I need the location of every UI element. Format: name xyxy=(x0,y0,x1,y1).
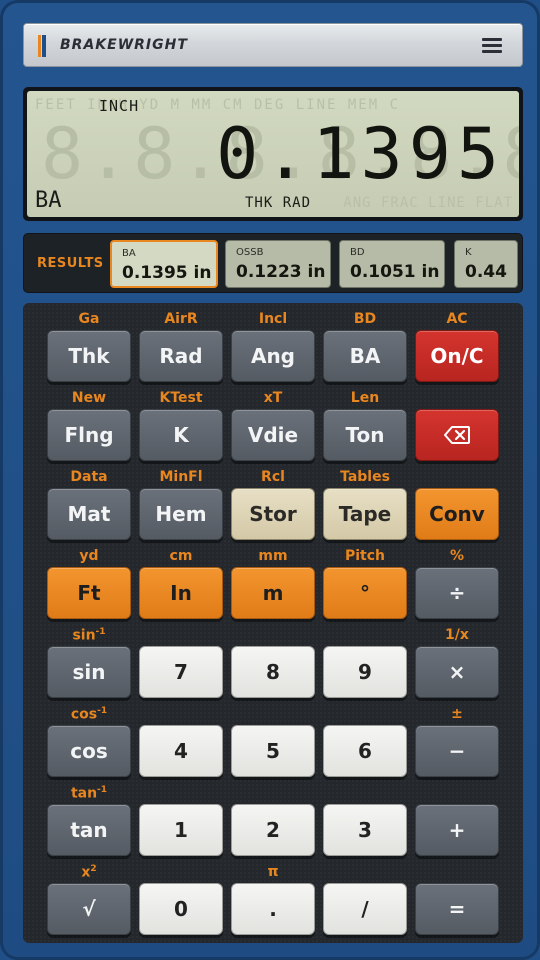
digit-4-key[interactable]: 4 xyxy=(139,725,223,777)
ton-key[interactable]: Ton xyxy=(323,409,407,461)
on-clear-key[interactable]: On/C xyxy=(415,330,499,382)
brand-name: BRAKEWRIGHT xyxy=(60,37,188,53)
result-value: 0.44 xyxy=(465,262,507,282)
result-card-k[interactable]: K 0.44 xyxy=(454,240,518,288)
key-caption: mm xyxy=(258,548,288,564)
key-caption: % xyxy=(449,548,465,564)
sin-key[interactable]: sin xyxy=(47,646,131,698)
lcd-annunciators: THK RAD xyxy=(245,195,312,211)
key-caption: 1/x xyxy=(445,627,469,643)
multiply-key[interactable]: × xyxy=(415,646,499,698)
tape-key[interactable]: Tape xyxy=(323,488,407,540)
lcd-mode-indicator: BA xyxy=(35,188,62,213)
key-caption: Incl xyxy=(258,311,288,327)
key-caption: AC xyxy=(446,311,468,327)
divide-key[interactable]: ÷ xyxy=(415,567,499,619)
ba-key[interactable]: BA xyxy=(323,330,407,382)
key-caption: AirR xyxy=(164,311,198,327)
cos-key[interactable]: cos xyxy=(47,725,131,777)
key-caption: BD xyxy=(353,311,377,327)
digit-5-key[interactable]: 5 xyxy=(231,725,315,777)
app-header: BRAKEWRIGHT xyxy=(23,23,523,67)
vdie-key[interactable]: Vdie xyxy=(231,409,315,461)
feet-key[interactable]: Ft xyxy=(47,567,131,619)
digit-6-key[interactable]: 6 xyxy=(323,725,407,777)
digit-8-key[interactable]: 8 xyxy=(231,646,315,698)
digit-9-key[interactable]: 9 xyxy=(323,646,407,698)
key-caption: ± xyxy=(451,706,463,722)
sqrt-key[interactable]: √ xyxy=(47,883,131,935)
degree-key[interactable]: ° xyxy=(323,567,407,619)
result-key: BD xyxy=(350,247,365,258)
lcd-value: 0.1395 xyxy=(216,113,505,195)
ang-key[interactable]: Ang xyxy=(231,330,315,382)
k-factor-key[interactable]: K xyxy=(139,409,223,461)
calculator-body: BRAKEWRIGHT FEET INCH YD M MM CM DEG LIN… xyxy=(0,0,540,960)
lcd-ghost-annunciators-bottom: ANG FRAC LINE FLAT xyxy=(343,195,513,211)
key-caption: π xyxy=(267,864,279,880)
stor-key[interactable]: Stor xyxy=(231,488,315,540)
plus-key[interactable]: + xyxy=(415,804,499,856)
backspace-key[interactable] xyxy=(415,409,499,461)
inch-key[interactable]: In xyxy=(139,567,223,619)
key-caption: cos-1 xyxy=(70,706,108,723)
lcd-display: FEET INCH YD M MM CM DEG LINE MEM C INCH… xyxy=(23,87,523,221)
meter-key[interactable]: m xyxy=(231,567,315,619)
rad-key[interactable]: Rad xyxy=(139,330,223,382)
key-caption: Tables xyxy=(340,469,390,485)
result-value: 0.1395 in xyxy=(122,263,212,283)
digit-3-key[interactable]: 3 xyxy=(323,804,407,856)
key-caption: KTest xyxy=(159,390,203,406)
hamburger-menu-icon[interactable] xyxy=(482,38,502,54)
equals-key[interactable]: = xyxy=(415,883,499,935)
results-strip: RESULTS BA 0.1395 in OSSB 0.1223 in BD 0… xyxy=(23,233,523,293)
fraction-key[interactable]: / xyxy=(323,883,407,935)
result-key: K xyxy=(465,247,472,258)
lcd-ghost-annunciators: FEET INCH YD M MM CM DEG LINE MEM C xyxy=(35,97,401,113)
key-caption: Pitch xyxy=(344,548,386,564)
digit-2-key[interactable]: 2 xyxy=(231,804,315,856)
result-card-ossb[interactable]: OSSB 0.1223 in xyxy=(225,240,331,288)
mat-key[interactable]: Mat xyxy=(47,488,131,540)
decimal-key[interactable]: . xyxy=(231,883,315,935)
result-card-bd[interactable]: BD 0.1051 in xyxy=(339,240,445,288)
hem-key[interactable]: Hem xyxy=(139,488,223,540)
result-key: BA xyxy=(122,248,136,259)
conv-key[interactable]: Conv xyxy=(415,488,499,540)
keypad: Ga AirR Incl BD AC Thk Rad Ang BA On/C N… xyxy=(23,303,523,943)
key-caption: MinFl xyxy=(159,469,203,485)
key-caption: yd xyxy=(79,548,99,564)
results-label: RESULTS xyxy=(37,256,104,271)
key-caption: Len xyxy=(350,390,380,406)
key-caption: Rcl xyxy=(261,469,285,485)
digit-7-key[interactable]: 7 xyxy=(139,646,223,698)
result-key: OSSB xyxy=(236,247,264,258)
flng-key[interactable]: Flng xyxy=(47,409,131,461)
key-caption: cm xyxy=(169,548,193,564)
result-value: 0.1223 in xyxy=(236,262,326,282)
thk-key[interactable]: Thk xyxy=(47,330,131,382)
key-caption: New xyxy=(71,390,107,406)
digit-1-key[interactable]: 1 xyxy=(139,804,223,856)
key-caption: xT xyxy=(263,390,283,406)
result-card-ba[interactable]: BA 0.1395 in xyxy=(110,240,218,288)
key-caption: Data xyxy=(70,469,108,485)
result-value: 0.1051 in xyxy=(350,262,440,282)
brand-logo-icon xyxy=(38,35,46,57)
key-caption: Ga xyxy=(78,311,100,327)
key-caption: x2 xyxy=(81,864,97,881)
key-caption: tan-1 xyxy=(70,785,108,802)
minus-key[interactable]: − xyxy=(415,725,499,777)
tan-key[interactable]: tan xyxy=(47,804,131,856)
backspace-icon xyxy=(444,426,470,444)
key-caption: sin-1 xyxy=(72,627,106,644)
digit-0-key[interactable]: 0 xyxy=(139,883,223,935)
